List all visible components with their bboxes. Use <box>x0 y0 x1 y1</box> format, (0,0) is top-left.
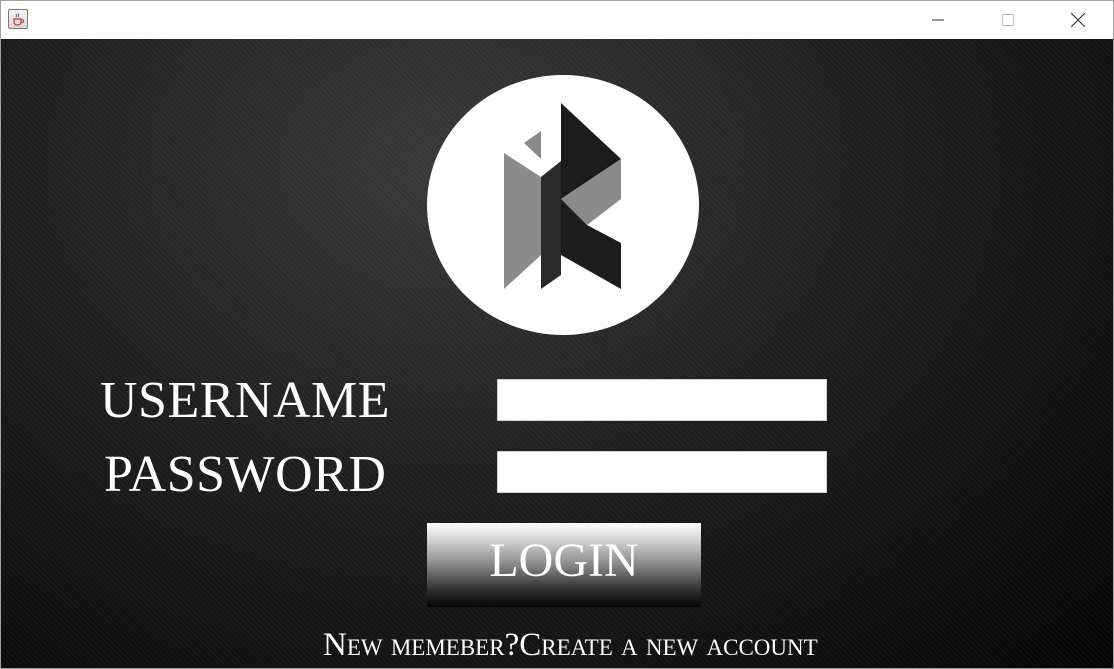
application-window: USERNAME PASSWORD LOGIN New memeber?Crea… <box>0 0 1114 669</box>
minimize-button[interactable] <box>915 1 961 39</box>
close-icon <box>1071 13 1085 27</box>
password-input[interactable] <box>497 451 827 493</box>
minimize-icon <box>932 19 944 21</box>
java-coffee-cup-icon[interactable] <box>8 9 28 29</box>
password-label: PASSWORD <box>104 446 387 503</box>
username-label: USERNAME <box>100 372 391 429</box>
create-account-link[interactable]: New memeber?Create a new account <box>323 629 818 662</box>
maximize-button[interactable] <box>985 1 1031 39</box>
title-bar[interactable] <box>1 1 1113 39</box>
close-button[interactable] <box>1055 1 1101 39</box>
k-logo-icon <box>504 103 621 289</box>
logo <box>427 75 699 335</box>
login-button[interactable]: LOGIN <box>427 523 701 607</box>
username-input[interactable] <box>497 379 827 421</box>
maximize-icon <box>1002 14 1014 26</box>
login-panel: USERNAME PASSWORD LOGIN New memeber?Crea… <box>1 39 1113 668</box>
